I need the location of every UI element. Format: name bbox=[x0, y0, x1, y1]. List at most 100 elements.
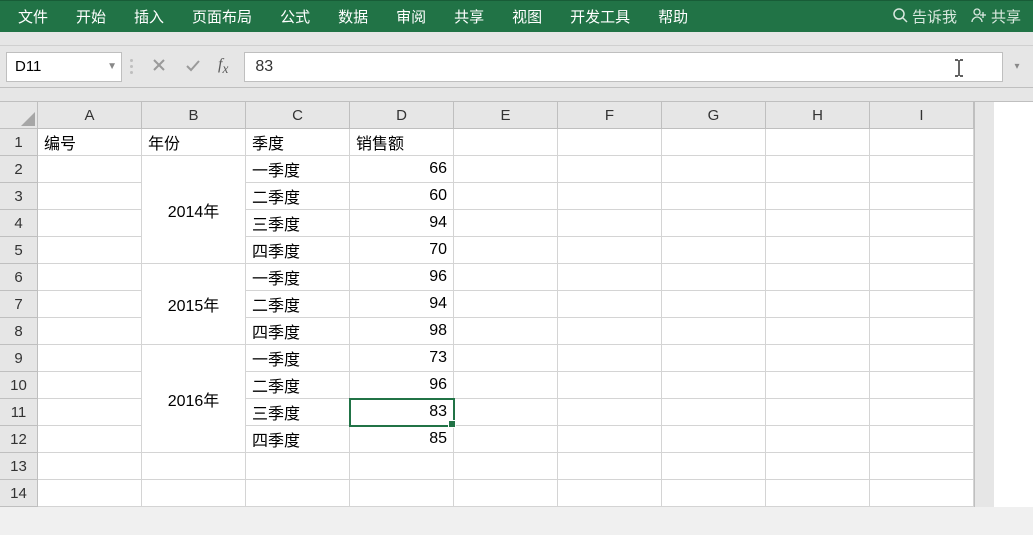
cell-H1[interactable] bbox=[766, 129, 870, 156]
cell-E10[interactable] bbox=[454, 372, 558, 399]
cell-H14[interactable] bbox=[766, 480, 870, 507]
cell-A4[interactable] bbox=[38, 210, 142, 237]
cell-F8[interactable] bbox=[558, 318, 662, 345]
cell-F10[interactable] bbox=[558, 372, 662, 399]
cell-H13[interactable] bbox=[766, 453, 870, 480]
cell-D11[interactable]: 83 bbox=[350, 399, 454, 426]
cell-D8[interactable]: 98 bbox=[350, 318, 454, 345]
row-header-8[interactable]: 8 bbox=[0, 318, 38, 345]
row-header-5[interactable]: 5 bbox=[0, 237, 38, 264]
cell-E1[interactable] bbox=[454, 129, 558, 156]
cell-F6[interactable] bbox=[558, 264, 662, 291]
cell-A10[interactable] bbox=[38, 372, 142, 399]
cell-D6[interactable]: 96 bbox=[350, 264, 454, 291]
cell-I5[interactable] bbox=[870, 237, 974, 264]
cell-C13[interactable] bbox=[246, 453, 350, 480]
cell-G4[interactable] bbox=[662, 210, 766, 237]
cell-G7[interactable] bbox=[662, 291, 766, 318]
row-header-2[interactable]: 2 bbox=[0, 156, 38, 183]
cell-B13[interactable] bbox=[142, 453, 246, 480]
cell-E2[interactable] bbox=[454, 156, 558, 183]
cell-A11[interactable] bbox=[38, 399, 142, 426]
cell-G13[interactable] bbox=[662, 453, 766, 480]
ribbon-tab-7[interactable]: 共享 bbox=[440, 1, 498, 32]
cell-G8[interactable] bbox=[662, 318, 766, 345]
cell-I1[interactable] bbox=[870, 129, 974, 156]
cell-I14[interactable] bbox=[870, 480, 974, 507]
ribbon-tab-6[interactable]: 审阅 bbox=[382, 1, 440, 32]
cell-F13[interactable] bbox=[558, 453, 662, 480]
cell-D5[interactable]: 70 bbox=[350, 237, 454, 264]
row-header-6[interactable]: 6 bbox=[0, 264, 38, 291]
cell-C4[interactable]: 三季度 bbox=[246, 210, 350, 237]
ribbon-tab-5[interactable]: 数据 bbox=[324, 1, 382, 32]
ribbon-tab-0[interactable]: 文件 bbox=[4, 1, 62, 32]
cell-A3[interactable] bbox=[38, 183, 142, 210]
cell-E13[interactable] bbox=[454, 453, 558, 480]
cell-G12[interactable] bbox=[662, 426, 766, 453]
col-header-A[interactable]: A bbox=[38, 102, 142, 129]
cell-G9[interactable] bbox=[662, 345, 766, 372]
cell-A6[interactable] bbox=[38, 264, 142, 291]
cell-D2[interactable]: 66 bbox=[350, 156, 454, 183]
cell-A14[interactable] bbox=[38, 480, 142, 507]
drag-handle-icon[interactable] bbox=[128, 59, 134, 74]
cell-C9[interactable]: 一季度 bbox=[246, 345, 350, 372]
cell-G1[interactable] bbox=[662, 129, 766, 156]
col-header-E[interactable]: E bbox=[454, 102, 558, 129]
cell-D10[interactable]: 96 bbox=[350, 372, 454, 399]
cell-I4[interactable] bbox=[870, 210, 974, 237]
ribbon-tab-10[interactable]: 帮助 bbox=[644, 1, 702, 32]
cell-C14[interactable] bbox=[246, 480, 350, 507]
cell-D9[interactable]: 73 bbox=[350, 345, 454, 372]
cell-F1[interactable] bbox=[558, 129, 662, 156]
row-header-13[interactable]: 13 bbox=[0, 453, 38, 480]
row-header-12[interactable]: 12 bbox=[0, 426, 38, 453]
share-button[interactable]: 共享 bbox=[971, 6, 1021, 27]
col-header-D[interactable]: D bbox=[350, 102, 454, 129]
cell-I7[interactable] bbox=[870, 291, 974, 318]
cell-H10[interactable] bbox=[766, 372, 870, 399]
cell-B9[interactable]: 2016年 bbox=[142, 345, 246, 453]
cell-G11[interactable] bbox=[662, 399, 766, 426]
cell-C3[interactable]: 二季度 bbox=[246, 183, 350, 210]
ribbon-tab-9[interactable]: 开发工具 bbox=[556, 1, 644, 32]
cell-A9[interactable] bbox=[38, 345, 142, 372]
cell-G10[interactable] bbox=[662, 372, 766, 399]
cell-D7[interactable]: 94 bbox=[350, 291, 454, 318]
cell-H9[interactable] bbox=[766, 345, 870, 372]
insert-function-button[interactable]: fx bbox=[212, 56, 234, 77]
cell-D3[interactable]: 60 bbox=[350, 183, 454, 210]
cell-I13[interactable] bbox=[870, 453, 974, 480]
cell-E9[interactable] bbox=[454, 345, 558, 372]
cell-H7[interactable] bbox=[766, 291, 870, 318]
cell-H6[interactable] bbox=[766, 264, 870, 291]
row-header-10[interactable]: 10 bbox=[0, 372, 38, 399]
cell-D14[interactable] bbox=[350, 480, 454, 507]
cell-I6[interactable] bbox=[870, 264, 974, 291]
cell-C1[interactable]: 季度 bbox=[246, 129, 350, 156]
cell-A5[interactable] bbox=[38, 237, 142, 264]
cell-F5[interactable] bbox=[558, 237, 662, 264]
col-header-C[interactable]: C bbox=[246, 102, 350, 129]
cell-A12[interactable] bbox=[38, 426, 142, 453]
cell-I3[interactable] bbox=[870, 183, 974, 210]
cell-E4[interactable] bbox=[454, 210, 558, 237]
cell-B2[interactable]: 2014年 bbox=[142, 156, 246, 264]
cell-B6[interactable]: 2015年 bbox=[142, 264, 246, 345]
cell-A8[interactable] bbox=[38, 318, 142, 345]
cell-B14[interactable] bbox=[142, 480, 246, 507]
cell-A13[interactable] bbox=[38, 453, 142, 480]
col-header-F[interactable]: F bbox=[558, 102, 662, 129]
cell-G6[interactable] bbox=[662, 264, 766, 291]
cell-C6[interactable]: 一季度 bbox=[246, 264, 350, 291]
cell-E3[interactable] bbox=[454, 183, 558, 210]
cell-I2[interactable] bbox=[870, 156, 974, 183]
cell-F11[interactable] bbox=[558, 399, 662, 426]
cell-I12[interactable] bbox=[870, 426, 974, 453]
cell-F4[interactable] bbox=[558, 210, 662, 237]
cell-H3[interactable] bbox=[766, 183, 870, 210]
row-header-9[interactable]: 9 bbox=[0, 345, 38, 372]
cell-E7[interactable] bbox=[454, 291, 558, 318]
ribbon-tab-1[interactable]: 开始 bbox=[62, 1, 120, 32]
